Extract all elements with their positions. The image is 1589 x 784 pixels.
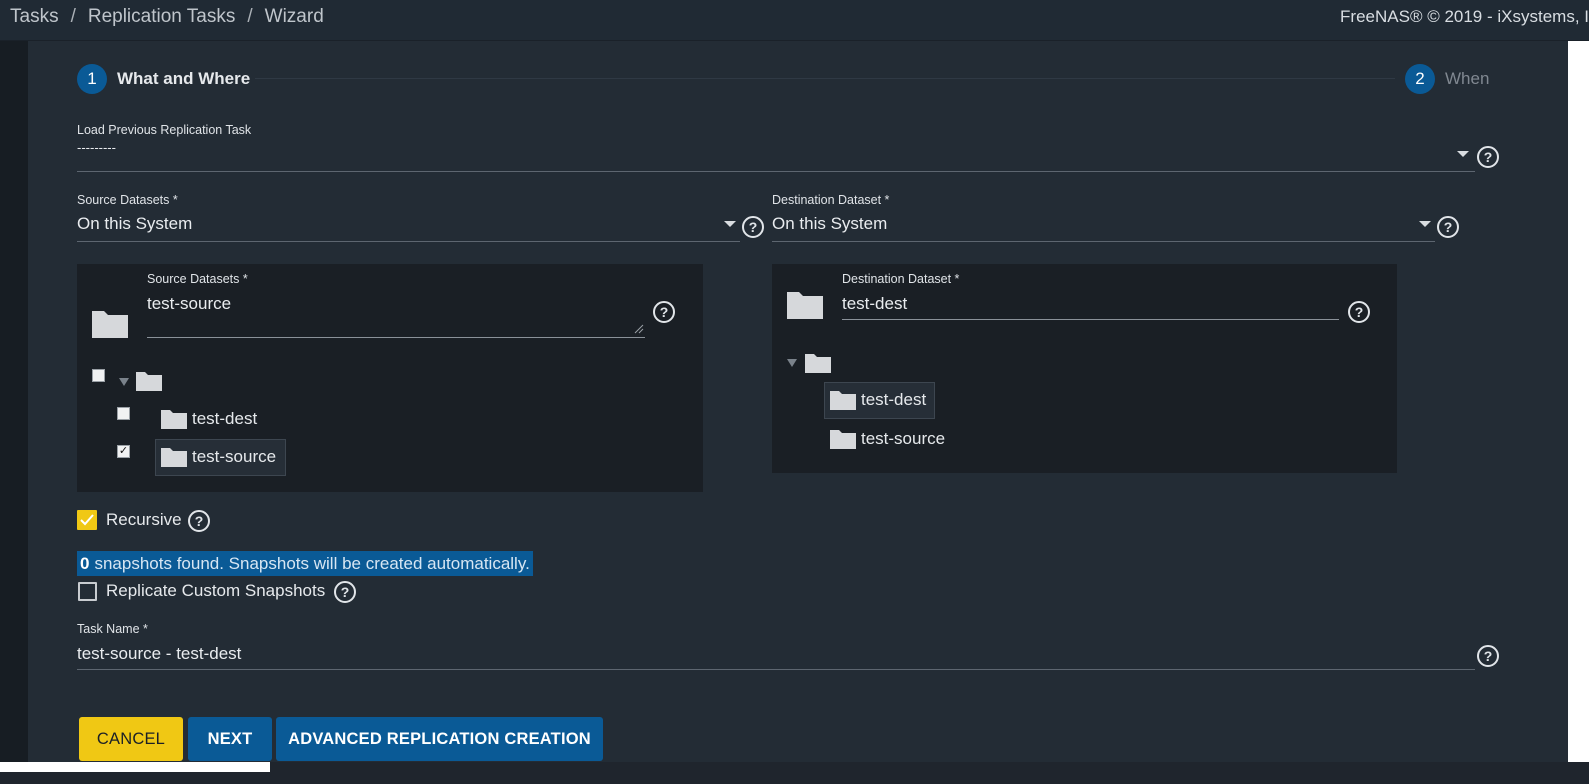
source-path-underline — [147, 337, 645, 338]
folder-icon[interactable] — [91, 307, 129, 339]
step-when[interactable]: 2 When — [1405, 64, 1489, 94]
help-icon[interactable]: ? — [742, 216, 764, 238]
destination-path-input[interactable]: test-dest — [842, 294, 907, 314]
help-icon[interactable]: ? — [1437, 216, 1459, 238]
advanced-replication-creation-button[interactable]: ADVANCED REPLICATION CREATION — [276, 717, 603, 761]
help-icon[interactable]: ? — [653, 301, 675, 323]
source-path-input[interactable]: test-source — [147, 294, 231, 314]
help-icon[interactable]: ? — [1477, 645, 1499, 667]
destination-select[interactable]: On this System — [772, 214, 887, 234]
recursive-checkbox[interactable] — [77, 510, 97, 530]
folder-icon — [136, 372, 162, 391]
right-edge — [1568, 41, 1589, 784]
dropdown-caret-icon[interactable] — [1457, 151, 1469, 157]
breadcrumb-tasks[interactable]: Tasks — [10, 6, 59, 28]
source-select[interactable]: On this System — [77, 214, 192, 234]
tree-node-test-dest[interactable]: test-dest — [192, 409, 257, 429]
destination-path-underline — [842, 319, 1339, 320]
source-path-label: Source Datasets * — [147, 272, 248, 286]
copyright-text: FreeNAS® © 2019 - iXsystems, I — [1340, 7, 1589, 26]
folder-icon — [161, 448, 187, 467]
help-icon[interactable]: ? — [1477, 146, 1499, 168]
destination-select-label: Destination Dataset * — [772, 193, 890, 207]
root-checkbox[interactable] — [92, 369, 105, 382]
task-name-underline — [77, 669, 1475, 670]
folder-icon — [805, 354, 831, 373]
breadcrumb: Tasks / Replication Tasks / Wizard — [10, 6, 324, 28]
destination-path-label: Destination Dataset * — [842, 272, 960, 286]
source-select-underline — [77, 241, 740, 242]
dropdown-caret-icon[interactable] — [1419, 221, 1431, 227]
breadcrumb-wizard: Wizard — [264, 6, 324, 27]
tree-checkbox-test-dest[interactable] — [117, 407, 130, 420]
top-bar: Tasks / Replication Tasks / Wizard FreeNAS® … — [0, 0, 1589, 41]
folder-icon — [830, 391, 856, 410]
bottom-edge — [0, 762, 1589, 784]
breadcrumb-separator: / — [247, 6, 253, 27]
snapshot-count: 0 — [80, 553, 90, 573]
help-icon[interactable]: ? — [188, 510, 210, 532]
breadcrumb-replication-tasks[interactable]: Replication Tasks — [88, 6, 236, 28]
check-icon — [80, 514, 94, 526]
task-name-label: Task Name * — [77, 622, 148, 636]
help-icon[interactable]: ? — [334, 581, 356, 603]
load-previous-label: Load Previous Replication Task — [77, 123, 252, 137]
stepper-line — [255, 78, 1395, 79]
step-number: 2 — [1405, 64, 1435, 94]
tree-node-test-dest[interactable]: test-dest — [861, 390, 926, 410]
replicate-custom-label: Replicate Custom Snapshots — [106, 581, 326, 600]
step-number: 1 — [77, 64, 107, 94]
load-previous-underline — [77, 171, 1475, 172]
source-select-label: Source Datasets * — [77, 193, 178, 207]
left-edge — [0, 41, 28, 784]
snapshots-note-text: snapshots found. Snapshots will be creat… — [94, 553, 530, 573]
expand-toggle-icon[interactable] — [119, 378, 129, 386]
load-previous-select[interactable]: --------- — [77, 140, 116, 155]
tree-node-test-source[interactable]: test-source — [861, 429, 945, 449]
folder-icon — [830, 430, 856, 449]
replicate-custom-checkbox[interactable] — [78, 582, 97, 601]
step-label: When — [1445, 69, 1490, 88]
tree-node-test-source[interactable]: test-source — [192, 447, 276, 467]
breadcrumb-separator: / — [70, 6, 76, 27]
expand-toggle-icon[interactable] — [787, 359, 797, 367]
destination-select-underline — [772, 241, 1435, 242]
dropdown-caret-icon[interactable] — [724, 221, 736, 227]
snapshots-found-note: 0 snapshots found. Snapshots will be cre… — [77, 551, 533, 576]
recursive-label: Recursive — [106, 510, 182, 529]
next-button[interactable]: NEXT — [188, 717, 272, 761]
tree-checkbox-test-source[interactable]: ✓ — [117, 445, 130, 458]
folder-icon — [161, 410, 187, 429]
folder-icon[interactable] — [786, 288, 824, 320]
step-label: What and Where — [117, 69, 251, 88]
help-icon[interactable]: ? — [1348, 301, 1370, 323]
task-name-input[interactable]: test-source - test-dest — [77, 644, 241, 664]
cancel-button[interactable]: CANCEL — [79, 717, 183, 761]
step-what-and-where[interactable]: 1 What and Where — [77, 64, 250, 94]
resize-handle-icon[interactable] — [634, 324, 644, 334]
